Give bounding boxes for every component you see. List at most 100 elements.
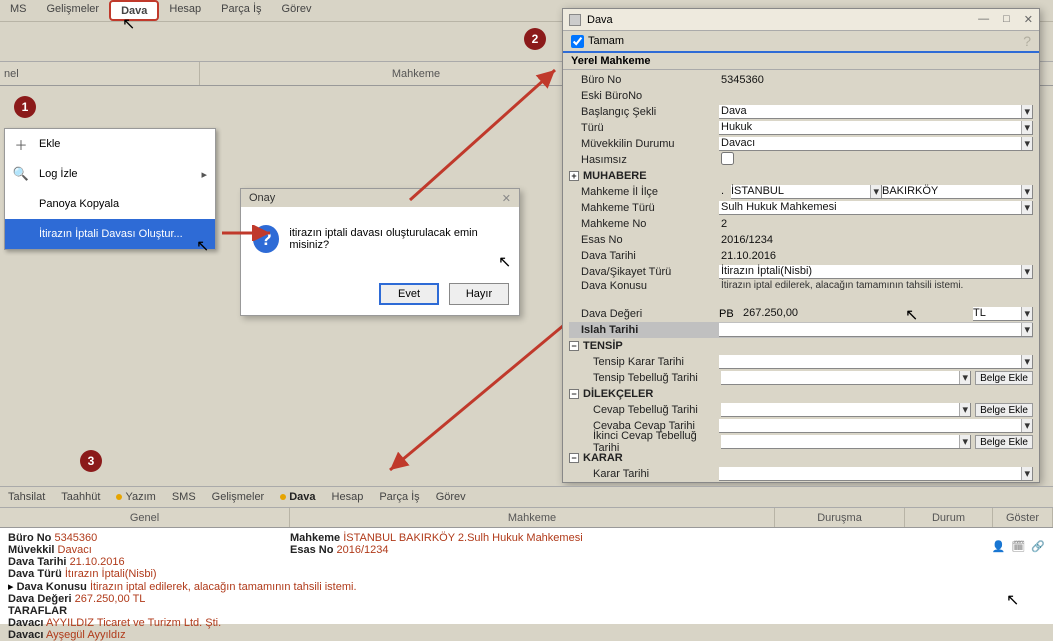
- callout-badge-2: 2: [524, 28, 546, 50]
- dd-il[interactable]: İSTANBUL: [731, 185, 882, 199]
- yes-button[interactable]: Evet: [379, 283, 439, 305]
- question-icon: ?: [253, 225, 279, 253]
- close-icon[interactable]: ✕: [502, 192, 511, 205]
- belge-ekle-button[interactable]: Belge Ekle: [975, 371, 1033, 385]
- tab-gelismeler[interactable]: Gelişmeler: [37, 0, 110, 21]
- dd-currency[interactable]: TL: [973, 307, 1033, 321]
- bottom-tab-bar: Tahsilat Taahhüt Yazım SMS Gelişmeler Da…: [0, 486, 1053, 508]
- ctx-ekle-label: Ekle: [39, 138, 60, 150]
- btab-sms[interactable]: SMS: [164, 487, 204, 507]
- gh-goster[interactable]: Göster: [993, 508, 1053, 527]
- maximize-icon[interactable]: □: [1003, 13, 1010, 26]
- lbl-konu: Dava Konusu: [569, 280, 719, 292]
- context-menu: ＋ Ekle 🔍 Log İzle Panoya Kopyala İtirazı…: [4, 128, 216, 250]
- calendar-icon[interactable]: 🗓: [1011, 540, 1025, 553]
- ctx-panoya[interactable]: Panoya Kopyala: [5, 189, 215, 219]
- dava-titlebar[interactable]: Dava — □ ✕: [563, 9, 1039, 31]
- dd-tensip-teb[interactable]: [721, 371, 971, 385]
- dd-mahk-turu[interactable]: Sulh Hukuk Mahkemesi: [719, 201, 1033, 215]
- dava-window: Dava — □ ✕ Tamam ? Yerel Mahkeme Büro No…: [562, 8, 1040, 483]
- dd-cevap-teb[interactable]: [721, 403, 971, 417]
- grp-dilekce[interactable]: −DİLEKÇELER: [569, 388, 719, 400]
- no-button[interactable]: Hayır: [449, 283, 509, 305]
- dot-icon: [280, 494, 286, 500]
- tab-parca-is[interactable]: Parça İş: [211, 0, 271, 21]
- dava-window-title: Dava: [587, 14, 613, 26]
- tab-ms[interactable]: MS: [0, 0, 37, 21]
- btab-hesap[interactable]: Hesap: [324, 487, 372, 507]
- btab-yazim[interactable]: Yazım: [108, 487, 163, 507]
- expand-icon[interactable]: +: [569, 171, 579, 181]
- tab-hesap[interactable]: Hesap: [159, 0, 211, 21]
- val-dava-tarihi[interactable]: 21.10.2016: [719, 250, 1033, 262]
- ctx-ekle[interactable]: ＋ Ekle: [5, 129, 215, 159]
- val-esas-no[interactable]: 2016/1234: [719, 234, 1033, 246]
- ctx-itirazin-iptali[interactable]: İtirazın İptali Davası Oluştur...: [5, 219, 215, 249]
- link-icon[interactable]: 🔗: [1031, 540, 1045, 553]
- grp-muhabere[interactable]: +MUHABERE: [569, 170, 719, 182]
- close-icon[interactable]: ✕: [1024, 13, 1033, 26]
- dd-karar-t[interactable]: [719, 467, 1033, 481]
- val-deger[interactable]: 267.250,00: [743, 307, 973, 321]
- col-nel: nel: [0, 62, 200, 85]
- callout-badge-1: 1: [14, 96, 36, 118]
- gh-mahkeme[interactable]: Mahkeme: [290, 508, 775, 527]
- belge-ekle-button[interactable]: Belge Ekle: [975, 403, 1033, 417]
- grp-tensip[interactable]: −TENSİP: [569, 340, 719, 352]
- lbl-baslangic: Başlangıç Şekli: [569, 106, 719, 118]
- plus-icon: ＋: [13, 136, 29, 152]
- val-konu[interactable]: İtirazın iptal edilerek, alacağın tamamı…: [719, 280, 1033, 291]
- collapse-icon[interactable]: −: [569, 341, 579, 351]
- btab-dava[interactable]: Dava: [272, 487, 323, 507]
- tab-dava[interactable]: Dava: [109, 0, 159, 21]
- gh-durusma[interactable]: Duruşma: [775, 508, 905, 527]
- lbl-esas-no: Esas No: [569, 234, 719, 246]
- btab-parca-is[interactable]: Parça İş: [371, 487, 427, 507]
- lbl-dava-tarihi: Dava Tarihi: [569, 250, 719, 262]
- minimize-icon[interactable]: —: [978, 13, 989, 26]
- help-icon[interactable]: ?: [1023, 33, 1031, 49]
- tab-gorev[interactable]: Görev: [272, 0, 322, 21]
- callout-badge-3: 3: [80, 450, 102, 472]
- dd-sikayet[interactable]: İtirazın İptali(Nisbi): [719, 265, 1033, 279]
- person-icon[interactable]: 👤: [992, 540, 1006, 553]
- detail-pane: Büro No 5345360 Müvekkil Davacı Dava Tar…: [0, 528, 1053, 624]
- confirm-message: itirazın iptali davası oluşturulacak emi…: [289, 227, 507, 251]
- lbl-mahk-il: Mahkeme İl İlçe: [569, 186, 719, 198]
- search-icon: 🔍: [13, 166, 29, 182]
- val-mahk-no[interactable]: 2: [719, 218, 1033, 230]
- btab-gelismeler[interactable]: Gelişmeler: [204, 487, 273, 507]
- btab-taahhut[interactable]: Taahhüt: [53, 487, 108, 507]
- lbl-mahk-no: Mahkeme No: [569, 218, 719, 230]
- hasimsiz-checkbox[interactable]: [721, 152, 734, 165]
- dot-icon: [116, 494, 122, 500]
- dd-ikinci[interactable]: [721, 435, 971, 449]
- collapse-icon[interactable]: −: [569, 389, 579, 399]
- lbl-muvekkil: Müvekkilin Durumu: [569, 138, 719, 150]
- dd-baslangic[interactable]: Dava: [719, 105, 1033, 119]
- dd-ilce[interactable]: BAKIRKÖY: [882, 185, 1033, 199]
- collapse-icon[interactable]: −: [569, 453, 579, 463]
- arrow-icon: [380, 310, 580, 480]
- dd-islah[interactable]: [719, 323, 1033, 337]
- grp-karar[interactable]: −KARAR: [569, 452, 719, 464]
- btab-gorev[interactable]: Görev: [428, 487, 474, 507]
- dd-muvekkil[interactable]: Davacı: [719, 137, 1033, 151]
- ctx-log-label: Log İzle: [39, 168, 78, 180]
- lbl-ikinci: İkinci Cevap Tebelluğ Tarihi: [569, 430, 719, 454]
- dd-cevaba[interactable]: [719, 419, 1033, 433]
- gh-genel[interactable]: Genel: [0, 508, 290, 527]
- belge-ekle-button[interactable]: Belge Ekle: [975, 435, 1033, 449]
- ctx-log-izle[interactable]: 🔍 Log İzle: [5, 159, 215, 189]
- tamam-checkbox[interactable]: [571, 35, 584, 48]
- lbl-sikayet: Dava/Şikayet Türü: [569, 266, 719, 278]
- lbl-islah: Islah Tarihi: [569, 324, 719, 336]
- dd-tensip-karar[interactable]: [719, 355, 1033, 369]
- gh-durum[interactable]: Durum: [905, 508, 993, 527]
- confirm-title: Onay ✕: [241, 189, 519, 207]
- btab-tahsilat[interactable]: Tahsilat: [0, 487, 53, 507]
- lbl-cevap-teb: Cevap Tebelluğ Tarihi: [569, 404, 719, 416]
- yerel-mahkeme-heading: Yerel Mahkeme: [563, 51, 1039, 70]
- dd-turu[interactable]: Hukuk: [719, 121, 1033, 135]
- lbl-mahk-turu: Mahkeme Türü: [569, 202, 719, 214]
